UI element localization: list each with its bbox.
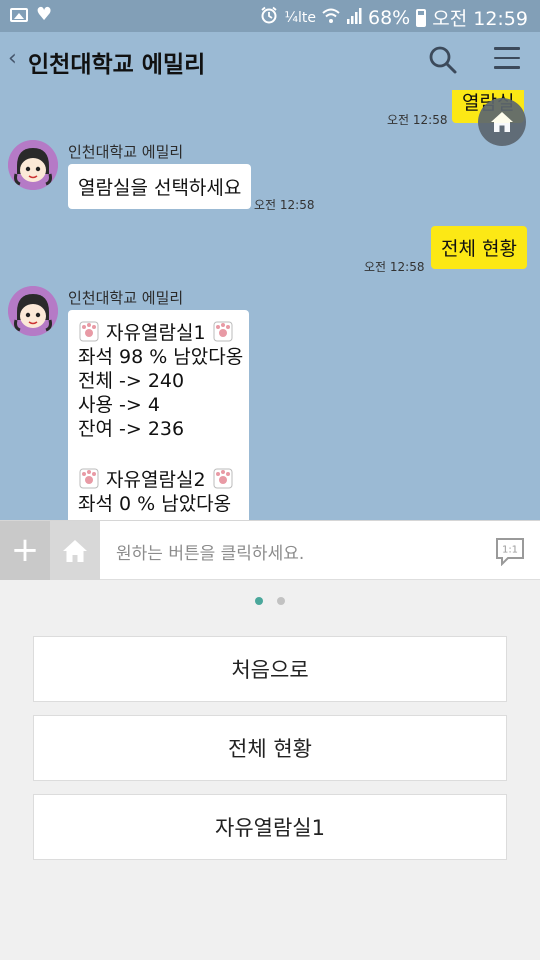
home-floating-button[interactable] [478, 98, 526, 146]
search-icon[interactable] [428, 45, 458, 75]
chat-title: 인천대학교 에밀리 [28, 52, 206, 78]
back-button[interactable]: ‹ [8, 46, 17, 71]
room-name: 자유열람실2 [106, 469, 206, 491]
bot-avatar[interactable] [8, 140, 58, 190]
alarm-icon [260, 6, 278, 29]
message-time: 오전 12:58 [387, 113, 448, 127]
paw-icon [79, 468, 99, 489]
seat-percent: 좌석 98 % 남았다옹 [78, 346, 244, 368]
page-dot [277, 597, 285, 605]
chat-header: ‹ 인천대학교 에밀리 [0, 32, 540, 90]
room-name: 자유열람실1 [106, 322, 206, 344]
status-bar: ♥ ¼lte 68% 오전 12:59 [0, 0, 540, 32]
sender-name: 인천대학교 에밀리 [68, 143, 184, 161]
paw-icon [213, 321, 233, 342]
network-type-label: ¼lte [284, 9, 316, 26]
menu-icon[interactable] [494, 47, 520, 71]
signal-icon [346, 7, 362, 29]
remaining-seats: 잔여 -> 236 [78, 418, 185, 440]
room-heading: 자유열람실1 [78, 318, 239, 345]
used-seats: 사용 -> 4 [78, 394, 160, 416]
mode-label: 1:1 [502, 545, 518, 556]
one-to-one-chat-icon[interactable]: 1:1 [494, 536, 526, 570]
battery-icon [416, 8, 427, 27]
message-input-bar: + 원하는 버튼을 클릭하세요. 1:1 [0, 520, 540, 580]
room-heading: 자유열람실2 [78, 465, 239, 492]
quick-reply-button-room1[interactable]: 자유열람실1 [33, 794, 507, 860]
quick-reply-button-overview[interactable]: 전체 현황 [33, 715, 507, 781]
home-icon [63, 539, 87, 562]
seat-percent: 좌석 0 % 남았다옹 [78, 493, 232, 515]
home-button[interactable] [50, 521, 100, 580]
message-time: 오전 12:58 [364, 260, 425, 274]
bot-message-bubble-status: 자유열람실1 좌석 98 % 남았다옹 전체 -> 240 사용 -> 4 잔여… [68, 310, 249, 520]
input-placeholder[interactable]: 원하는 버튼을 클릭하세요. [116, 539, 304, 564]
wifi-icon [322, 7, 340, 29]
page-dot-active [255, 597, 263, 605]
message-text: 전체 현황 [441, 238, 517, 260]
my-message-bubble: 전체 현황 [431, 226, 527, 269]
page-indicator [0, 597, 540, 605]
bot-avatar[interactable] [8, 286, 58, 336]
battery-percent: 68% [368, 6, 411, 29]
quick-reply-button-first[interactable]: 처음으로 [33, 636, 507, 702]
sender-name: 인천대학교 에밀리 [68, 289, 184, 307]
heart-notification-icon: ♥ [36, 4, 53, 25]
plus-button[interactable]: + [0, 521, 50, 580]
clock: 오전 12:59 [432, 8, 528, 30]
total-seats: 전체 -> 240 [78, 370, 185, 392]
gallery-notification-icon [10, 8, 28, 22]
chat-area[interactable]: 열람실 오전 12:58 인천대학교 에밀리 열람실을 선택하세요 오전 12:… [0, 90, 540, 520]
home-icon [491, 112, 513, 132]
bot-message-bubble: 열람실을 선택하세요 [68, 164, 252, 209]
paw-icon [213, 468, 233, 489]
paw-icon [79, 321, 99, 342]
message-time: 오전 12:58 [254, 198, 315, 212]
message-text: 열람실을 선택하세요 [78, 177, 242, 199]
